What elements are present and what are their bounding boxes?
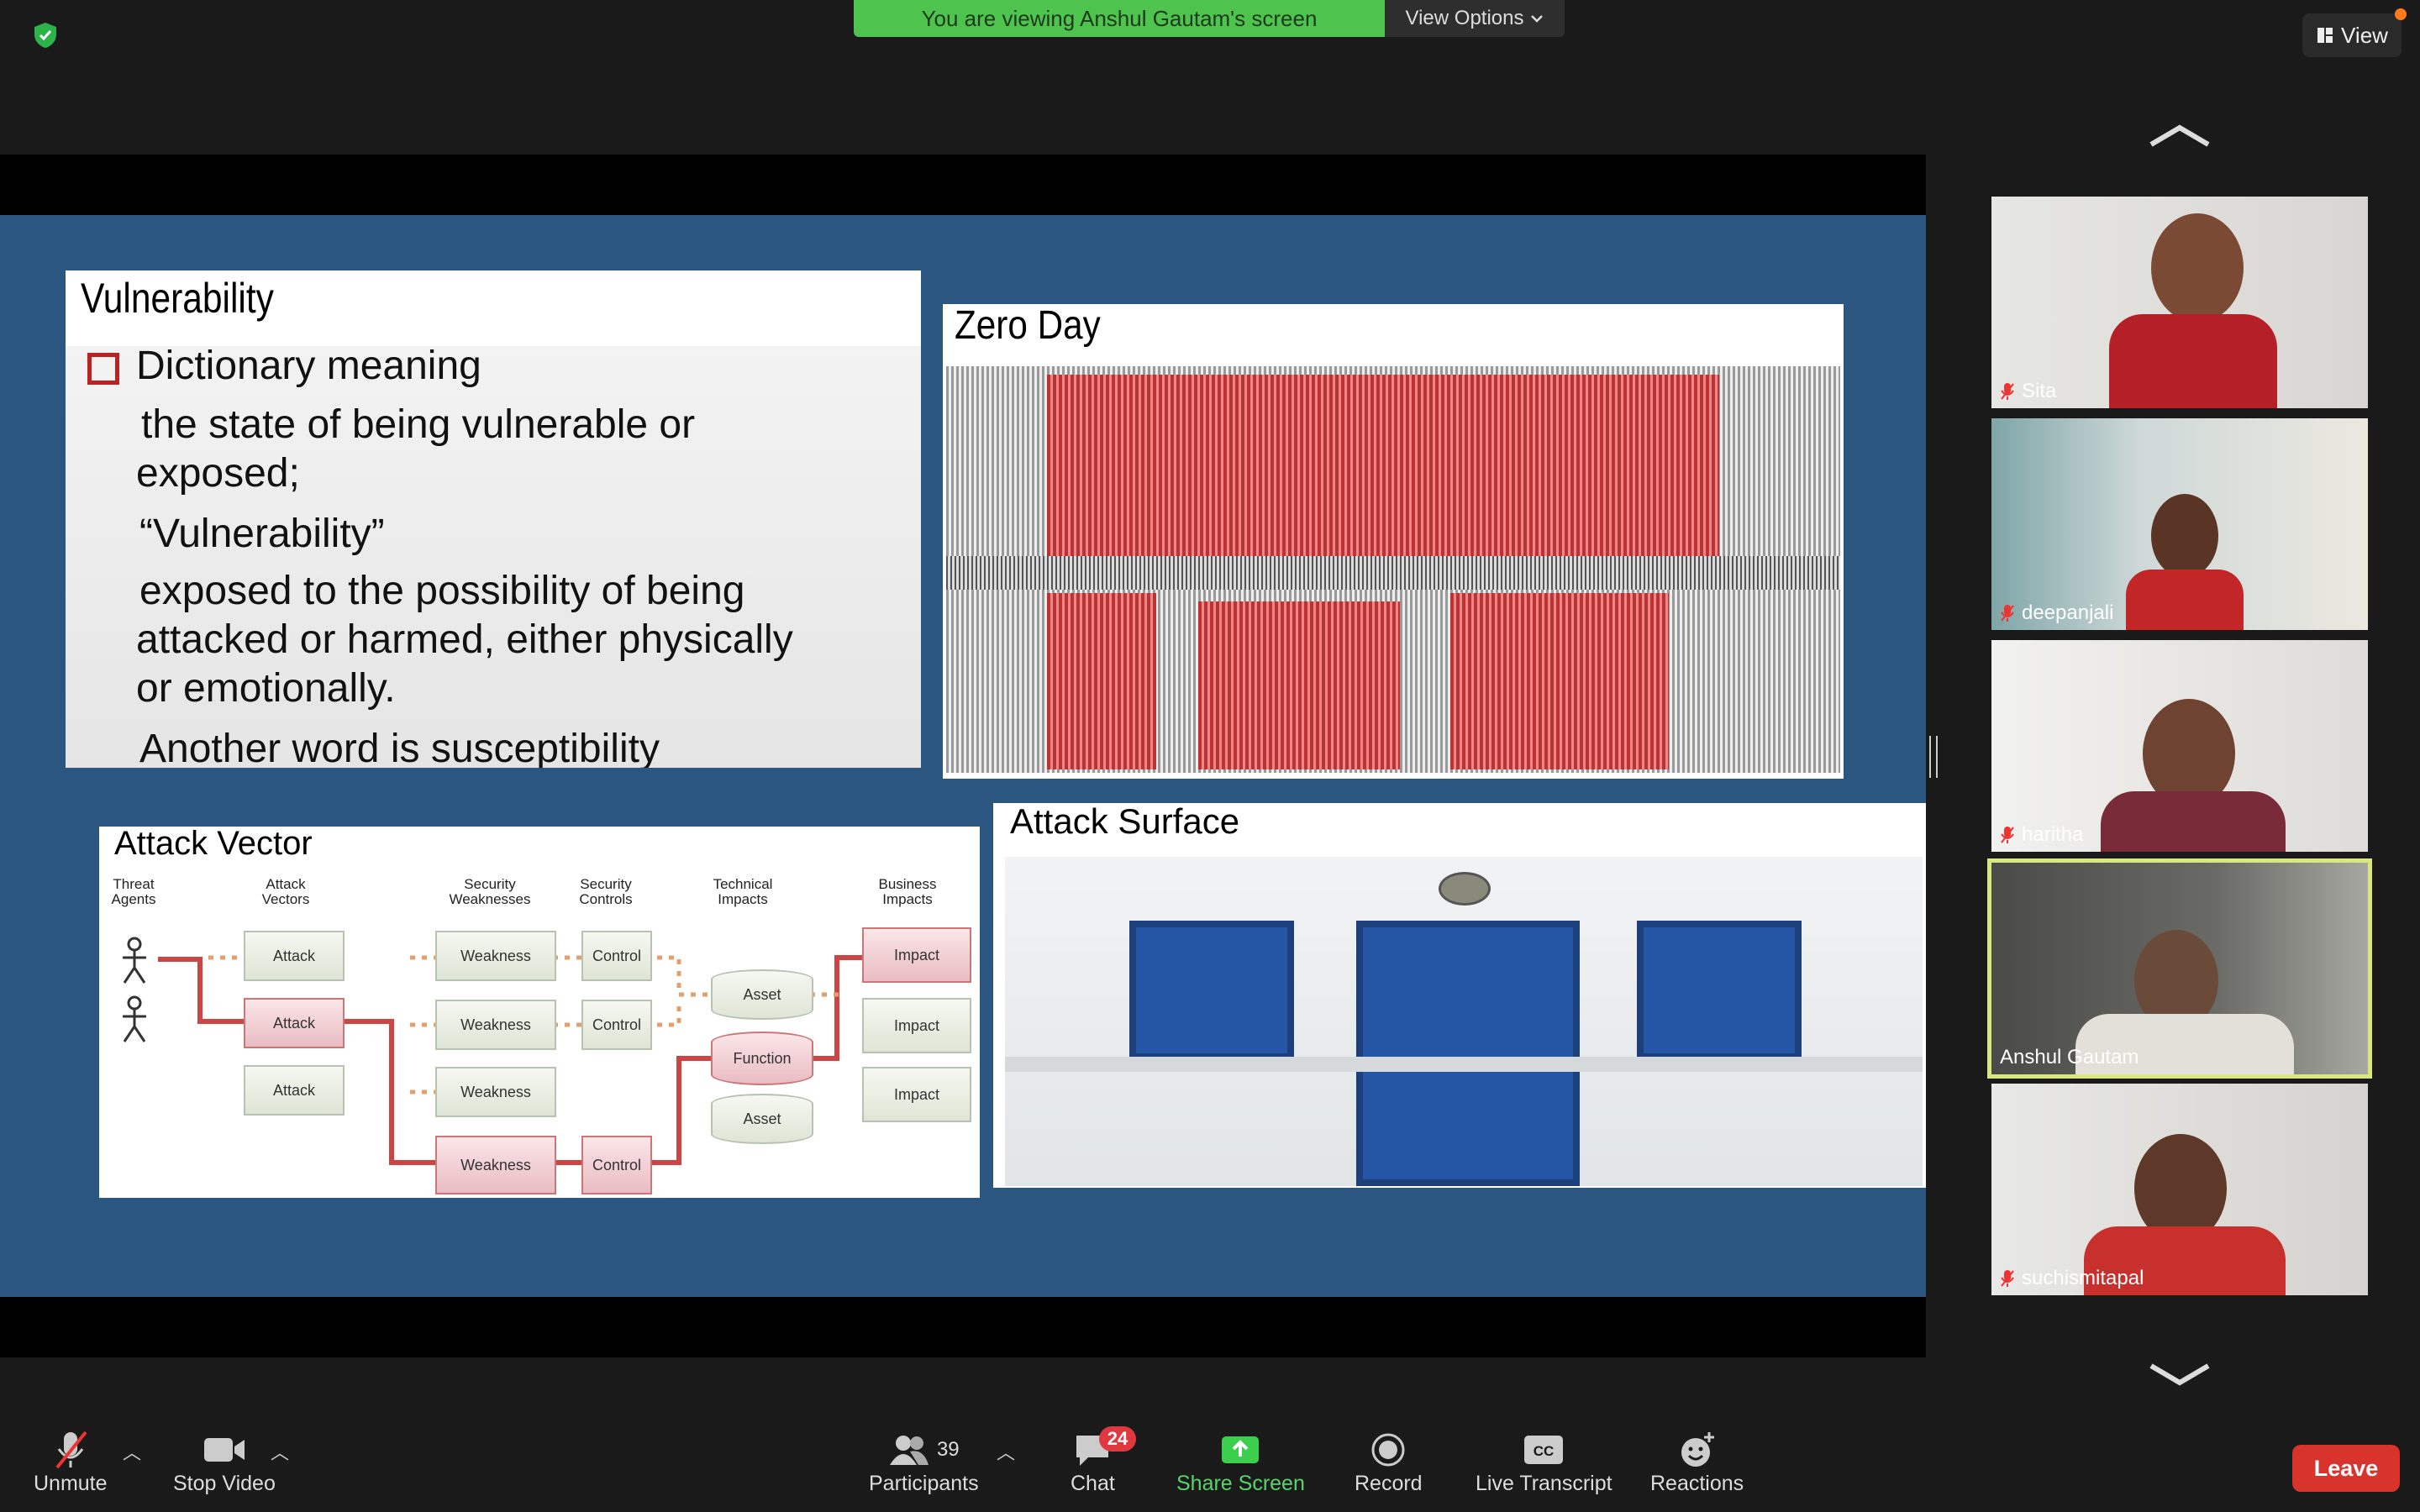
participant-name: Anshul Gautam bbox=[2000, 1046, 2139, 1068]
control-node: Control bbox=[581, 931, 652, 981]
chat-label: Chat bbox=[1071, 1472, 1115, 1495]
attack-vector-panel: Attack Vector Threat Agents Attack Vecto… bbox=[99, 827, 980, 1198]
zero-day-image bbox=[946, 366, 1840, 773]
video-camera-icon bbox=[203, 1438, 245, 1462]
asset-node: Asset bbox=[711, 969, 813, 1020]
muted-mic-icon bbox=[2001, 1270, 2014, 1287]
impact-node: Impact bbox=[862, 998, 971, 1053]
notification-dot bbox=[2395, 8, 2407, 20]
vuln-line: or emotionally. bbox=[136, 666, 396, 711]
impact-node: Impact bbox=[862, 1067, 971, 1122]
vuln-line: exposed to the possibility of being bbox=[139, 569, 745, 613]
participant-tile-active[interactable]: Anshul Gautam bbox=[1987, 858, 2372, 1079]
door bbox=[1356, 921, 1580, 1186]
attack-surface-panel: Attack Surface bbox=[993, 803, 1926, 1188]
leave-button[interactable]: Leave bbox=[2292, 1445, 2400, 1492]
weakness-node: Weakness bbox=[435, 1000, 556, 1050]
audio-options-caret-icon[interactable]: ︿ bbox=[123, 1438, 141, 1465]
vuln-line: Dictionary meaning bbox=[136, 344, 481, 388]
muted-mic-icon bbox=[2001, 605, 2014, 622]
zero-day-panel: Zero Day bbox=[943, 304, 1844, 779]
attack-node: Attack bbox=[244, 1065, 345, 1116]
screen-share-banner: You are viewing Anshul Gautam's screen V… bbox=[854, 0, 1565, 37]
attack-node: Attack bbox=[244, 931, 345, 981]
vulnerability-panel: Vulnerability Dictionary meaning the sta… bbox=[66, 270, 921, 768]
chevron-down-icon bbox=[1531, 15, 1544, 23]
attack-surface-title: Attack Surface bbox=[1010, 803, 1240, 841]
grid-view-icon bbox=[2317, 28, 2333, 43]
viewing-notice: You are viewing Anshul Gautam's screen bbox=[854, 0, 1385, 37]
control-node: Control bbox=[581, 1000, 652, 1050]
asset-node: Asset bbox=[711, 1094, 813, 1144]
participants-button[interactable]: 39 Participants bbox=[869, 1428, 979, 1496]
scroll-up-chevron-icon[interactable] bbox=[2148, 123, 2212, 148]
participant-tile[interactable]: deepanjali bbox=[1991, 418, 2368, 630]
function-node: Function bbox=[711, 1032, 813, 1085]
vuln-line: “Vulnerability” bbox=[139, 512, 385, 556]
participant-tile[interactable]: Sita bbox=[1991, 197, 2368, 408]
impact-node: Impact bbox=[862, 927, 971, 983]
attack-node: Attack bbox=[244, 998, 345, 1048]
live-transcript-button[interactable]: CC Live Transcript bbox=[1476, 1428, 1612, 1496]
vuln-line: exposed; bbox=[136, 451, 300, 496]
scroll-down-chevron-icon[interactable] bbox=[2148, 1362, 2212, 1388]
muted-microphone-icon bbox=[55, 1431, 87, 1469]
view-options-label: View Options bbox=[1405, 7, 1524, 29]
weakness-node: Weakness bbox=[435, 931, 556, 981]
record-label: Record bbox=[1355, 1472, 1423, 1495]
view-options-button[interactable]: View Options bbox=[1385, 0, 1565, 37]
weakness-node: Weakness bbox=[435, 1067, 556, 1117]
participants-label: Participants bbox=[869, 1472, 979, 1495]
participants-icon bbox=[889, 1436, 929, 1465]
participant-tile[interactable]: suchismitapal bbox=[1991, 1084, 2368, 1295]
participant-name: deepanjali bbox=[2000, 601, 2113, 625]
threat-agent-icons bbox=[123, 937, 146, 1042]
vulnerability-title: Vulnerability bbox=[81, 275, 274, 322]
participants-count: 39 bbox=[936, 1438, 960, 1461]
svg-text:CC: CC bbox=[1534, 1443, 1555, 1459]
share-screen-icon bbox=[1222, 1436, 1260, 1463]
live-transcript-label: Live Transcript bbox=[1476, 1472, 1612, 1495]
muted-mic-icon bbox=[2001, 383, 2014, 400]
window-left bbox=[1129, 921, 1294, 1060]
unmute-button[interactable]: Unmute bbox=[34, 1428, 108, 1496]
participant-name: Sita bbox=[2000, 380, 2056, 403]
participant-name: haritha bbox=[2000, 823, 2083, 847]
view-label: View bbox=[2341, 22, 2388, 48]
record-icon bbox=[1371, 1433, 1405, 1467]
stop-video-button[interactable]: Stop Video bbox=[173, 1428, 276, 1496]
control-node: Control bbox=[581, 1136, 652, 1194]
vuln-line: attacked or harmed, either physically bbox=[136, 617, 793, 662]
muted-mic-icon bbox=[2001, 827, 2014, 843]
weakness-node: Weakness bbox=[435, 1136, 556, 1194]
reactions-label: Reactions bbox=[1650, 1472, 1744, 1495]
view-button[interactable]: View bbox=[2302, 13, 2402, 57]
chat-unread-badge: 24 bbox=[1099, 1426, 1136, 1452]
share-screen-label: Share Screen bbox=[1176, 1472, 1305, 1495]
participant-name: suchismitapal bbox=[2000, 1267, 2144, 1290]
vuln-line: Another word is susceptibility bbox=[139, 727, 660, 768]
video-options-caret-icon[interactable]: ︿ bbox=[271, 1438, 289, 1465]
reactions-button[interactable]: Reactions bbox=[1650, 1428, 1744, 1496]
vuln-line: the state of being vulnerable or bbox=[141, 402, 696, 447]
participants-options-caret-icon[interactable]: ︿ bbox=[997, 1438, 1015, 1465]
security-shield-icon[interactable] bbox=[30, 20, 60, 50]
stop-video-label: Stop Video bbox=[173, 1472, 276, 1495]
attack-surface-image bbox=[1005, 857, 1923, 1186]
vulnerability-body: Dictionary meaning the state of being vu… bbox=[66, 344, 921, 768]
window-right bbox=[1637, 921, 1802, 1060]
smiley-plus-icon bbox=[1681, 1432, 1714, 1467]
participant-tile[interactable]: haritha bbox=[1991, 640, 2368, 852]
share-screen-button[interactable]: Share Screen bbox=[1176, 1428, 1305, 1496]
unmute-label: Unmute bbox=[34, 1472, 108, 1495]
record-button[interactable]: Record bbox=[1355, 1428, 1423, 1496]
panel-resize-handle[interactable] bbox=[1929, 736, 1938, 778]
closed-caption-icon: CC bbox=[1524, 1436, 1564, 1464]
zero-day-title: Zero Day bbox=[955, 304, 1101, 348]
checkbox-bullet-icon bbox=[87, 353, 119, 385]
